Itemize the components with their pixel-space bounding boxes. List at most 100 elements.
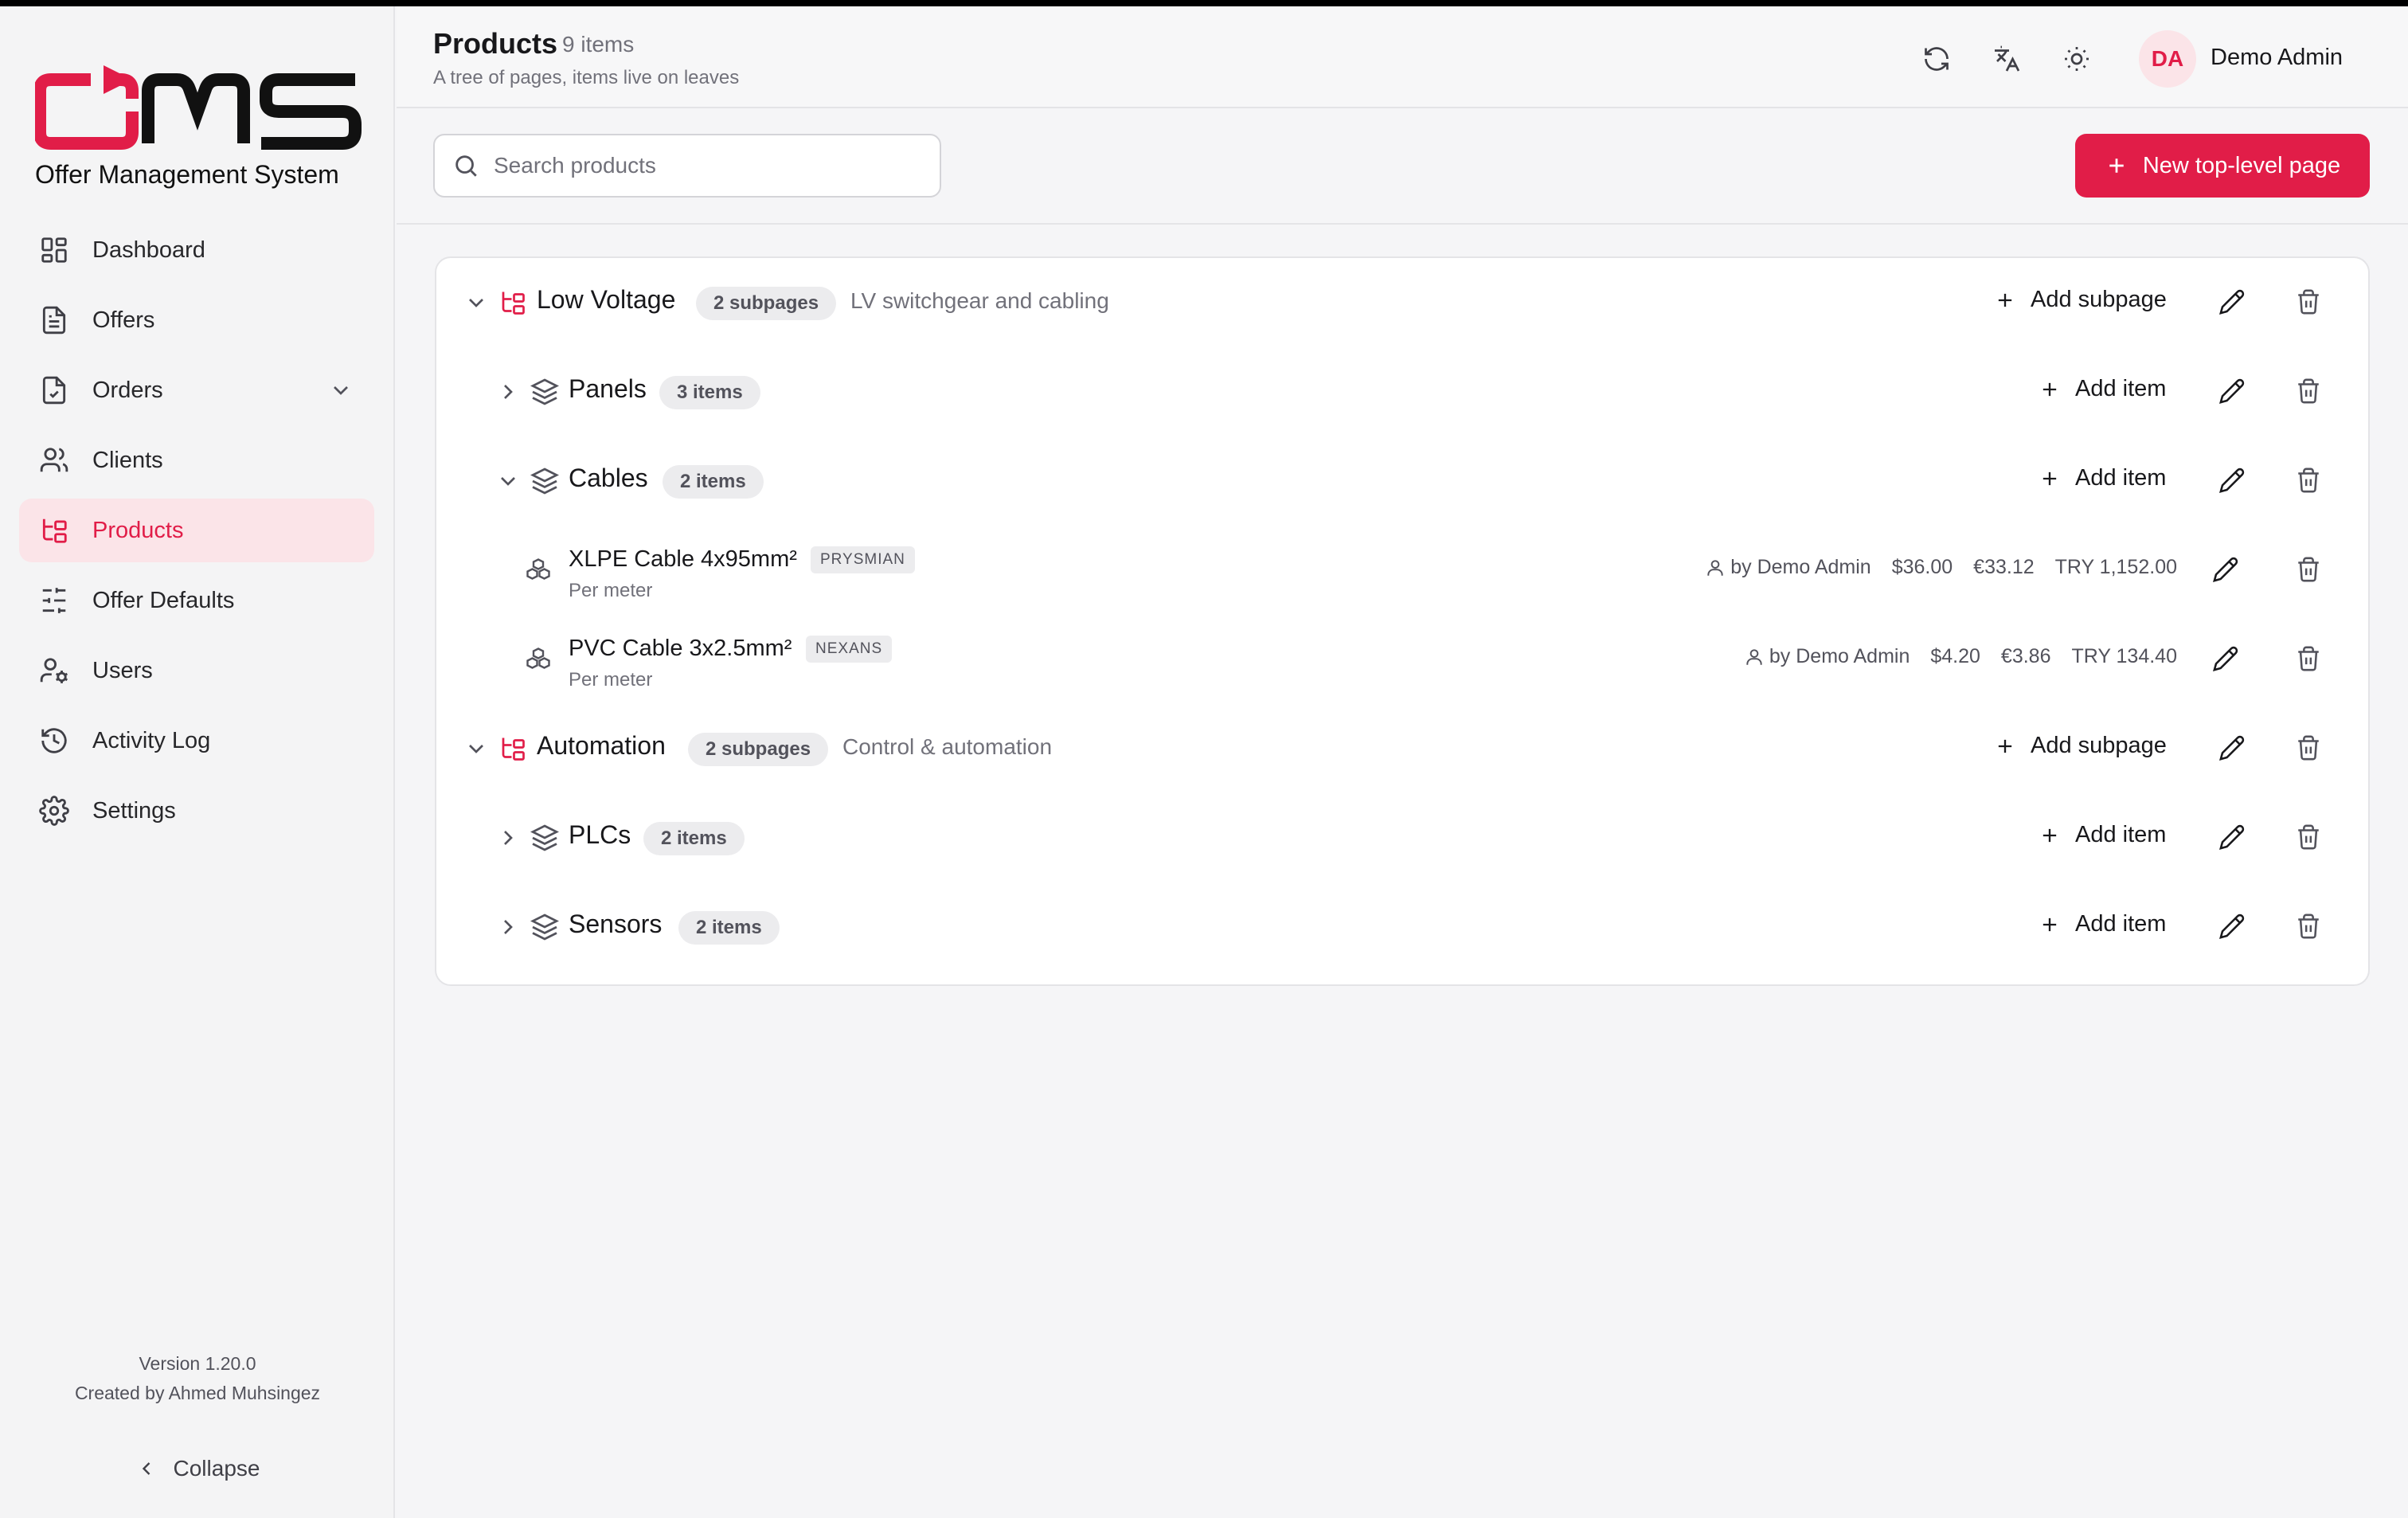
delete-button[interactable] [2295,734,2324,763]
add-item-label: Add item [2075,376,2167,401]
delete-button[interactable] [2295,556,2324,585]
plus-icon [2042,828,2057,842]
page-name[interactable]: Low Voltage [537,285,675,315]
edit-button[interactable] [2218,288,2247,317]
pencil-icon [2219,735,2245,761]
logo: Offer Management System [35,64,362,191]
add-item-button[interactable]: Add item [2039,822,2166,848]
subpage-name[interactable]: Cables [569,464,648,493]
item-meta: by Demo Admin $4.20 €3.86 TRY 134.40 [1744,645,2177,668]
sidebar-item-label: Users [92,657,153,683]
subpage-name[interactable]: PLCs [569,820,631,850]
sidebar-item-orders[interactable]: Orders [19,358,374,422]
sidebar-item-offers[interactable]: Offers [19,288,374,352]
tree-subpage-row: Cables 2 items Add item [436,436,2371,526]
plus-icon [2042,471,2057,485]
item-owner: by Demo Admin [1769,645,1910,667]
user-name[interactable]: Demo Admin [2211,45,2343,71]
dashboard-icon [38,234,70,266]
plus-icon [2042,382,2057,396]
add-subpage-button[interactable]: Add subpage [1994,287,2167,313]
edit-button[interactable] [2218,467,2247,495]
add-item-button[interactable]: Add item [2039,376,2166,402]
pencil-icon [2213,646,2238,671]
chevron-right-icon[interactable] [495,914,521,940]
avatar[interactable]: DA [2139,30,2196,88]
page-name[interactable]: Automation [537,731,666,761]
sliders-icon [38,585,70,616]
new-top-level-page-button[interactable]: New top-level page [2075,134,2370,198]
sidebar-item-products[interactable]: Products [19,499,374,562]
sidebar-item-clients[interactable]: Clients [19,428,374,492]
add-item-button[interactable]: Add item [2039,465,2166,491]
page-description: LV switchgear and cabling [850,288,1109,313]
delete-button[interactable] [2295,824,2324,852]
products-toolbar: New top-level page [397,110,2408,225]
add-item-label: Add item [2075,822,2167,847]
pencil-icon [2219,914,2245,939]
collapse-button[interactable]: Collapse [0,1456,395,1481]
tree-subpage-row: PLCs 2 items Add item [436,793,2371,882]
price-usd: $36.00 [1891,556,1953,578]
search-box[interactable] [433,134,941,198]
delete-button[interactable] [2295,913,2324,941]
item-unit: Per meter [569,580,653,601]
top-strip [0,0,2408,6]
chevron-right-icon[interactable] [495,825,521,851]
chevron-down-icon[interactable] [495,468,521,494]
edit-button[interactable] [2218,734,2247,763]
chevron-left-icon [142,1462,150,1475]
chevron-down-icon[interactable] [328,378,354,403]
user-icon [1707,559,1723,576]
edit-button[interactable] [2218,378,2247,406]
products-tree: Low Voltage 2 subpages LV switchgear and… [435,256,2370,986]
tree-icon [502,291,525,315]
layers-icon [530,914,559,941]
logo-subtitle: Offer Management System [35,160,339,189]
brand-badge: PRYSMIAN [811,546,915,573]
refresh-icon[interactable] [1921,43,1953,75]
sidebar-item-label: Activity Log [92,727,211,753]
price-try: TRY 1,152.00 [2054,556,2177,578]
edit-button[interactable] [2212,645,2241,674]
add-subpage-button[interactable]: Add subpage [1994,733,2167,759]
sidebar-item-settings[interactable]: Settings [19,779,374,843]
pencil-icon [2219,824,2245,850]
sidebar-item-dashboard[interactable]: Dashboard [19,218,374,282]
sidebar-item-label: Offers [92,307,155,333]
edit-button[interactable] [2212,556,2241,585]
subpage-count-badge: 2 subpages [696,287,837,320]
gear-icon [38,795,70,827]
theme-sun-icon[interactable] [2061,43,2093,75]
plus-icon [1998,739,2012,753]
chevron-down-icon[interactable] [463,290,489,315]
trash-icon [2298,378,2319,404]
translate-icon[interactable] [1991,43,2023,75]
new-page-label: New top-level page [2142,152,2341,178]
brand-badge: NEXANS [806,636,893,663]
add-item-label: Add item [2075,465,2167,491]
item-owner: by Demo Admin [1730,556,1871,578]
subpage-name[interactable]: Panels [569,374,647,404]
layers-icon [530,824,559,851]
page-header: Products 9 items A tree of pages, items … [397,6,2408,108]
trash-icon [2298,289,2319,315]
search-input[interactable] [494,153,940,178]
edit-button[interactable] [2218,824,2247,852]
tree-subpage-row: Sensors 2 items Add item [436,882,2371,972]
delete-button[interactable] [2295,378,2324,406]
chevron-right-icon[interactable] [495,379,521,405]
chevron-down-icon[interactable] [463,736,489,761]
sidebar-item-activity-log[interactable]: Activity Log [19,709,374,773]
add-subpage-label: Add subpage [2031,733,2167,758]
add-item-button[interactable]: Add item [2039,911,2166,937]
delete-button[interactable] [2295,288,2324,317]
tree-item-row[interactable]: XLPE Cable 4x95mm² PRYSMIAN Per meter by… [436,526,2371,615]
sidebar-item-users[interactable]: Users [19,639,374,702]
edit-button[interactable] [2218,913,2247,941]
delete-button[interactable] [2295,467,2324,495]
delete-button[interactable] [2295,645,2324,674]
sidebar-item-offer-defaults[interactable]: Offer Defaults [19,569,374,632]
subpage-name[interactable]: Sensors [569,910,662,939]
tree-item-row[interactable]: PVC Cable 3x2.5mm² NEXANS Per meter by D… [436,615,2371,704]
